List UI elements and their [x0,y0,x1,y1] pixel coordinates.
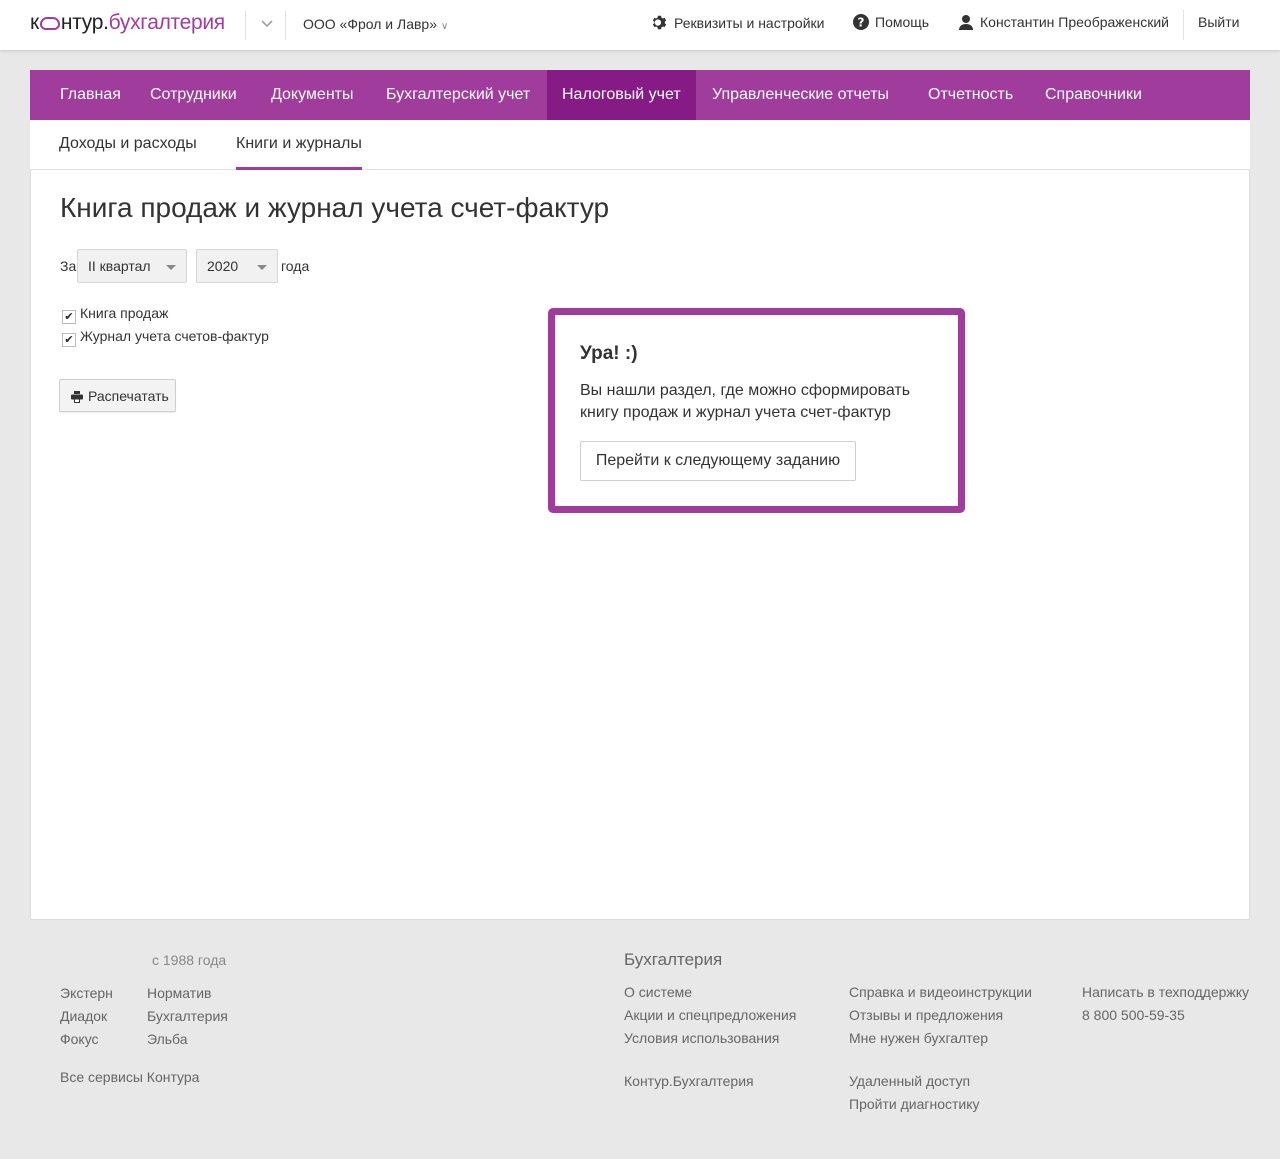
user-name: Константин Преображенский [980,14,1169,30]
support-phone: 8 800 500-59-35 [1082,1007,1185,1023]
logout-link[interactable]: Выйти [1198,14,1239,30]
popup-title: Ура! :) [580,343,638,364]
nav-item-home[interactable]: Главная [45,70,136,120]
settings-link[interactable]: Реквизиты и настройки [651,14,824,31]
year-value: 2020 [207,258,239,274]
sales-book-option[interactable]: ✔ Книга продаж [62,305,168,324]
footer-link-diagnostics[interactable]: Пройти диагностику [849,1096,980,1112]
main-content: Книга продаж и журнал учета счет-фактур … [30,170,1250,920]
since-text: с 1988 года [152,952,227,968]
kontur-logo[interactable]: к нтур.бухгалтерия [30,11,225,35]
nav-item-documents[interactable]: Документы [256,70,368,120]
sales-book-checkbox[interactable]: ✔ [62,310,76,324]
print-label: Распечатать [88,388,169,404]
nav-item-reporting[interactable]: Отчетность [913,70,1028,120]
sales-book-label: Книга продаж [80,305,169,321]
print-button[interactable]: Распечатать [59,379,176,412]
chevron-down-icon: ∨ [441,21,449,32]
help-label: Помощь [875,14,930,30]
nav-item-employees[interactable]: Сотрудники [135,70,252,120]
caret-down-icon [166,265,176,270]
cloud-icon [39,17,60,30]
caret-down-icon [257,265,267,270]
gear-icon [652,15,667,30]
footer-link-kontur-buh[interactable]: Контур.Бухгалтерия [624,1073,754,1089]
period-prefix: За [60,258,77,274]
footer-link-support[interactable]: Написать в техподдержку [1082,984,1249,1000]
year-select[interactable]: 2020 [196,249,278,283]
footer-link-focus[interactable]: Фокус [60,1031,99,1047]
footer-link-need-accountant[interactable]: Мне нужен бухгалтер [849,1030,988,1046]
popup-text: Вы нашли раздел, где можно сформировать … [580,382,911,421]
footer-link-promo[interactable]: Акции и спецпредложения [624,1007,796,1023]
org-name: ООО «Фрол и Лавр» [303,16,438,32]
footer-link-extern[interactable]: Экстерн [60,985,113,1001]
nav-item-accounting[interactable]: Бухгалтерский учет [371,70,545,120]
tab-books-journals[interactable]: Книги и журналы [236,120,362,170]
user-menu[interactable]: Константин Преображенский [958,14,1169,30]
page-title: Книга продаж и журнал учета счет-фактур [60,192,610,223]
invoice-journal-option[interactable]: ✔ Журнал учета счетов-фактур [62,328,269,347]
main-nav: Главная Сотрудники Документы Бухгалтерск… [30,70,1250,120]
divider [245,10,246,40]
svg-text:?: ? [858,16,865,30]
period-suffix: года [281,258,310,274]
question-circle-icon: ? [853,14,869,30]
divider [285,10,286,40]
sub-nav: Доходы и расходы Книги и журналы [30,120,1250,170]
footer-link-remote-access[interactable]: Удаленный доступ [849,1073,970,1089]
footer-link-elba[interactable]: Эльба [147,1031,188,1047]
org-selector[interactable]: ООО «Фрол и Лавр» ∨ [303,16,448,32]
nav-item-tax-accounting[interactable]: Налоговый учет [547,70,696,120]
footer-link-buhgalteria[interactable]: Бухгалтерия [147,1008,228,1024]
footer-section-title: Бухгалтерия [624,950,723,969]
footer-link-diadoc[interactable]: Диадок [60,1008,107,1024]
next-task-button[interactable]: Перейти к следующему заданию [580,441,856,481]
quarter-select[interactable]: II квартал [77,249,187,283]
footer: с 1988 года Экстерн Диадок Фокус Нормати… [0,920,1280,1159]
success-popup: Ура! :) Вы нашли раздел, где можно сформ… [548,308,965,513]
quarter-value: II квартал [88,258,151,274]
nav-item-management-reports[interactable]: Управленческие отчеты [697,70,904,120]
footer-link-all-services[interactable]: Все сервисы Контура [60,1069,199,1085]
nav-item-directories[interactable]: Справочники [1030,70,1157,120]
footer-link-help-video[interactable]: Справка и видеоинструкции [849,984,1032,1000]
footer-link-terms[interactable]: Условия использования [624,1030,779,1046]
divider [1183,10,1184,40]
tab-income-expenses[interactable]: Доходы и расходы [59,120,197,170]
footer-link-about[interactable]: О системе [624,984,692,1000]
footer-link-feedback[interactable]: Отзывы и предложения [849,1007,1003,1023]
user-icon [959,15,973,30]
help-link[interactable]: ? Помощь [853,14,929,30]
footer-link-normativ[interactable]: Норматив [147,985,211,1001]
invoice-journal-label: Журнал учета счетов-фактур [80,328,269,344]
top-bar: к нтур.бухгалтерия ООО «Фрол и Лавр» ∨ Рек… [0,0,1280,50]
invoice-journal-checkbox[interactable]: ✔ [62,333,76,347]
settings-label: Реквизиты и настройки [674,15,825,31]
printer-icon [71,391,83,403]
chevron-down-icon[interactable] [260,16,274,30]
